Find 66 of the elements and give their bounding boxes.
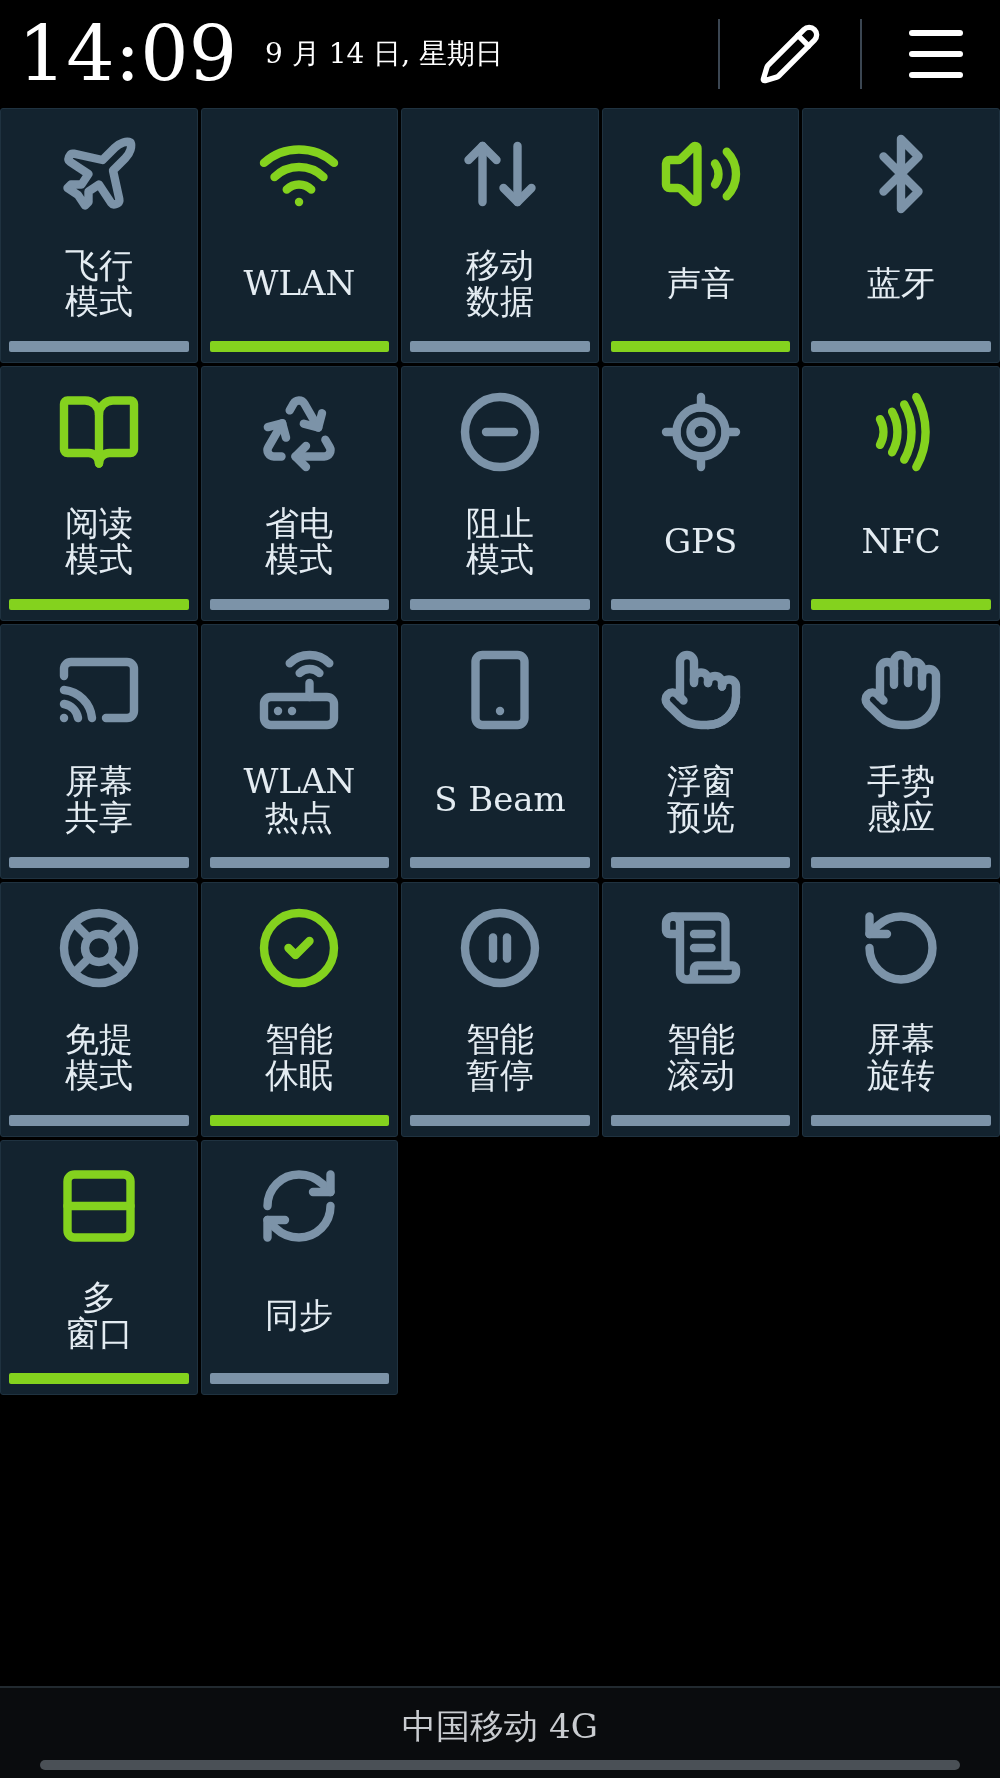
carrier-name: 中国移动 4G: [402, 1705, 598, 1748]
toggle-label: 手势: [867, 764, 936, 800]
toggle-label: 共享: [64, 800, 133, 836]
pause-icon: [458, 906, 542, 990]
toggle-label: 同步: [265, 1298, 334, 1334]
toggle-label: 屏幕: [64, 764, 133, 800]
toggle-label: 免提: [64, 1022, 133, 1058]
quick-setting-toggle[interactable]: 飞行 模式: [0, 108, 198, 363]
toggle-label: 智能: [666, 1022, 735, 1058]
quick-setting-toggle[interactable]: 阻止 模式: [401, 366, 599, 621]
toggle-label: WLAN: [243, 266, 356, 302]
toggle-label: 暂停: [466, 1058, 534, 1094]
pencil-icon: [758, 22, 822, 86]
quick-setting-toggle[interactable]: 省电 模式: [200, 366, 399, 621]
quick-setting-toggle[interactable]: WLAN 热点: [200, 624, 399, 879]
quick-setting-toggle[interactable]: 屏幕 共享: [0, 624, 198, 879]
quick-setting-toggle[interactable]: 智能 暂停: [401, 882, 599, 1137]
clock-time: 14:09: [18, 16, 238, 92]
quick-setting-toggle[interactable]: NFC: [802, 366, 1000, 621]
quick-setting-toggle[interactable]: 智能 滚动: [601, 882, 800, 1137]
quick-setting-toggle[interactable]: 智能 休眠: [200, 882, 399, 1137]
quick-setting-toggle[interactable]: 手势 感应: [802, 624, 1000, 879]
quick-setting-toggle[interactable]: 多 窗口: [0, 1140, 198, 1395]
quick-setting-toggle[interactable]: 浮窗 预览: [601, 624, 800, 879]
toggle-label: 阻止: [466, 506, 534, 542]
quick-setting-toggle[interactable]: 阅读 模式: [0, 366, 198, 621]
toggle-label: GPS: [663, 524, 738, 560]
date-text: 9 月 14 日, 星期日: [265, 36, 504, 72]
toggle-label: 声音: [666, 266, 735, 302]
toggle-label: S Beam: [434, 782, 566, 818]
quick-setting-toggle[interactable]: 声音: [601, 108, 800, 363]
quick-setting-toggle[interactable]: 屏幕 旋转: [802, 882, 1000, 1137]
toggle-label: 模式: [466, 542, 534, 578]
toggle-label: 模式: [265, 542, 334, 578]
toggle-label: 感应: [867, 800, 936, 836]
toggle-label: 模式: [64, 284, 133, 320]
quick-setting-toggle[interactable]: 移动 数据: [401, 108, 599, 363]
quick-setting-toggle[interactable]: 免提 模式: [0, 882, 198, 1137]
toggle-label: 屏幕: [867, 1022, 936, 1058]
toggle-label: 休眠: [265, 1058, 334, 1094]
toggle-label: NFC: [861, 524, 941, 560]
toggle-label: 省电: [265, 506, 334, 542]
quick-setting-toggle[interactable]: S Beam: [401, 624, 599, 879]
toggle-label: 阅读: [64, 506, 133, 542]
toggle-label: 数据: [466, 284, 534, 320]
toggle-label: 移动: [466, 248, 534, 284]
toggle-label: 智能: [466, 1022, 534, 1058]
minus-circle-icon: [458, 390, 542, 474]
toggle-label: 热点: [265, 800, 334, 836]
toggle-label: 模式: [64, 542, 133, 578]
toggle-label: 蓝牙: [867, 266, 936, 302]
pointer-icon: [658, 648, 743, 732]
toggle-label: 滚动: [666, 1058, 735, 1094]
quick-setting-toggle[interactable]: 同步: [200, 1140, 399, 1395]
toggle-label: 飞行: [64, 248, 133, 284]
toggle-label: 多: [81, 1280, 116, 1316]
toggle-label: WLAN: [243, 764, 356, 800]
quick-setting-toggle[interactable]: GPS: [601, 366, 800, 621]
quick-setting-toggle[interactable]: 蓝牙: [802, 108, 1000, 363]
toggle-label: 窗口: [64, 1316, 133, 1352]
toggle-label: 模式: [64, 1058, 133, 1094]
quick-setting-toggle[interactable]: WLAN: [200, 108, 399, 363]
toggle-label: 预览: [666, 800, 735, 836]
toggle-label: 智能: [265, 1022, 334, 1058]
toggle-label: 浮窗: [666, 764, 735, 800]
toggle-label: 旋转: [867, 1058, 936, 1094]
